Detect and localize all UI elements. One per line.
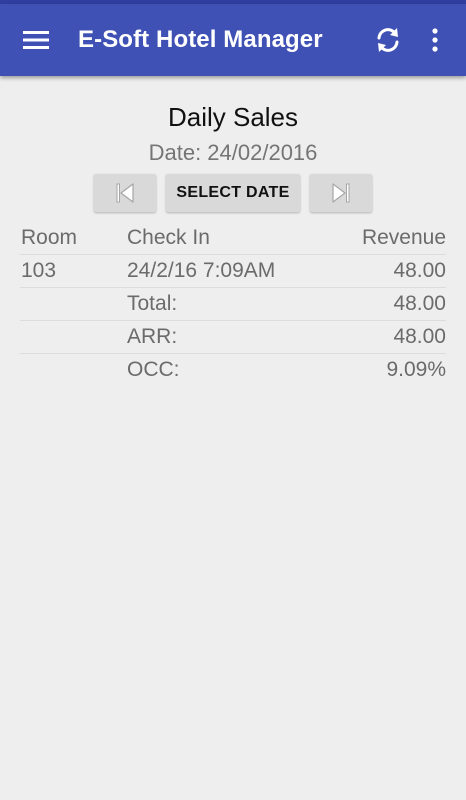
refresh-icon bbox=[377, 28, 399, 52]
column-header-check-in: Check In bbox=[127, 226, 210, 249]
app-title: E-Soft Hotel Manager bbox=[78, 26, 323, 53]
occ-row: OCC: 9.09% bbox=[20, 354, 446, 386]
table-row[interactable]: 103 24/2/16 7:09AM 48.00 bbox=[20, 255, 446, 288]
refresh-button[interactable] bbox=[366, 20, 410, 60]
select-date-button[interactable]: SELECT DATE bbox=[166, 174, 300, 212]
occ-label: OCC: bbox=[127, 358, 180, 381]
check-in-cell: 24/2/16 7:09AM bbox=[127, 259, 276, 282]
report-title: Daily Sales bbox=[167, 102, 299, 132]
table-header-row: Room Check In Revenue bbox=[20, 222, 446, 255]
sales-table: Room Check In Revenue 103 24/2/16 7:09AM… bbox=[20, 222, 446, 386]
arr-row: ARR: 48.00 bbox=[20, 321, 446, 354]
arr-label: ARR: bbox=[127, 325, 178, 348]
total-label: Total: bbox=[127, 292, 178, 315]
column-header-revenue: Revenue bbox=[361, 226, 446, 249]
app-bar: E-Soft Hotel Manager bbox=[0, 4, 466, 76]
occ-value: 9.09% bbox=[386, 358, 446, 381]
hamburger-menu-icon bbox=[23, 31, 49, 49]
total-row: Total: 48.00 bbox=[20, 288, 446, 321]
column-header-room: Room bbox=[21, 226, 78, 249]
next-day-button[interactable] bbox=[310, 174, 372, 212]
overflow-menu-button[interactable] bbox=[420, 20, 450, 60]
skip-next-icon bbox=[332, 183, 350, 203]
arr-value: 48.00 bbox=[393, 325, 446, 348]
skip-previous-icon bbox=[116, 183, 134, 203]
previous-day-button[interactable] bbox=[94, 174, 156, 212]
total-value: 48.00 bbox=[393, 292, 446, 315]
room-number-cell: 103 bbox=[21, 259, 57, 282]
revenue-cell: 48.00 bbox=[393, 259, 446, 282]
report-date: Date: 24/02/2016 bbox=[148, 140, 318, 165]
more-vert-icon bbox=[432, 28, 438, 52]
menu-button[interactable] bbox=[14, 22, 58, 58]
